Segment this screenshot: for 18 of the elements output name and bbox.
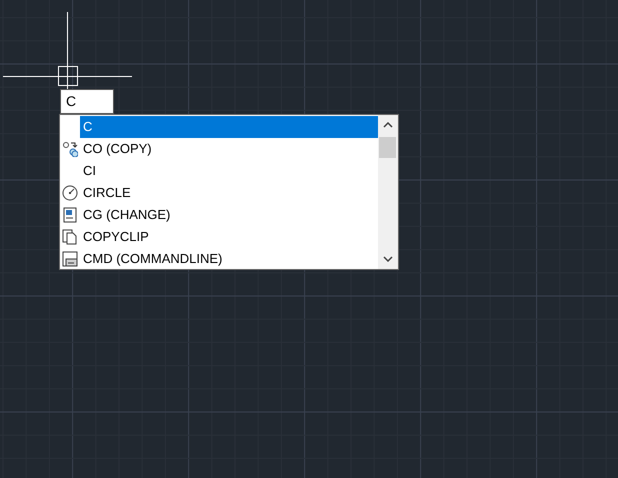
scroll-down-icon[interactable] (383, 256, 393, 262)
suggestion-item[interactable]: CIRCLE (80, 182, 378, 204)
suggestion-item[interactable]: CG (CHANGE) (80, 204, 378, 226)
suggestion-item[interactable]: CMD (COMMANDLINE) (80, 248, 378, 270)
copy-icon (62, 141, 78, 157)
circle-icon (62, 185, 78, 201)
properties-icon (62, 207, 78, 223)
suggestion-item[interactable]: C (80, 116, 378, 138)
suggestion-item[interactable]: CO (COPY) (80, 138, 378, 160)
scroll-up-icon[interactable] (383, 122, 393, 128)
pages-icon (62, 229, 78, 245)
scrollbar-thumb[interactable] (379, 137, 396, 158)
suggestion-item[interactable]: CI (80, 160, 378, 182)
window-icon (62, 251, 78, 267)
crosshair-cursor-icon (3, 12, 132, 89)
command-input-field[interactable]: C (60, 89, 114, 114)
suggestion-item[interactable]: COPYCLIP (80, 226, 378, 248)
scrollbar[interactable] (378, 115, 398, 269)
